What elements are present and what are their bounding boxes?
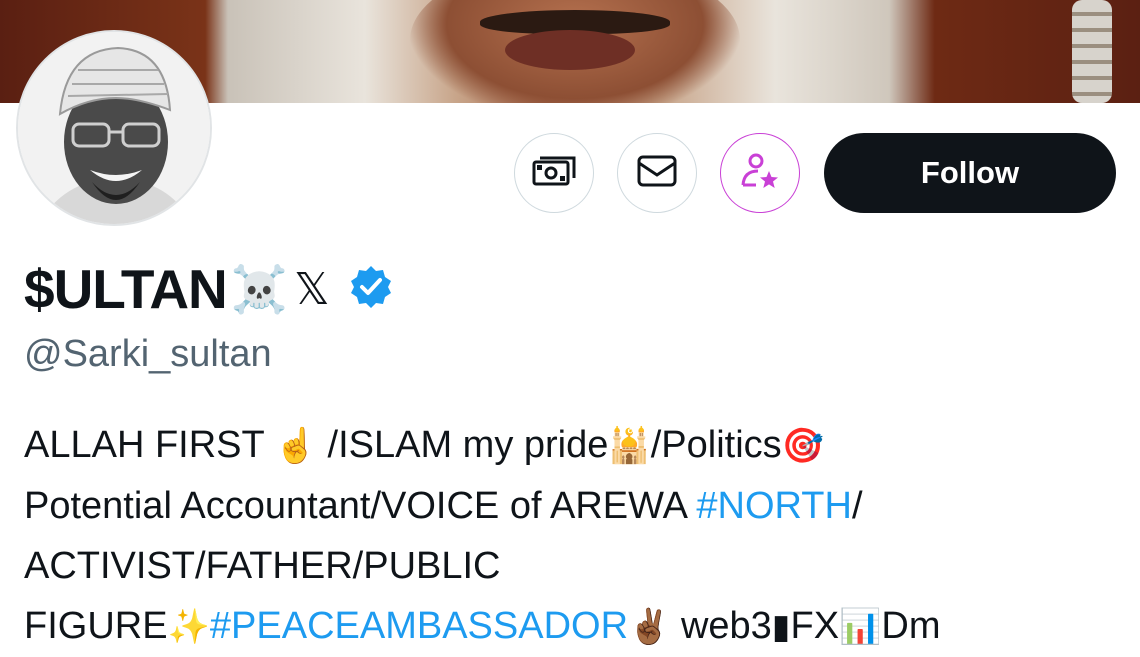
bio-line-1: ALLAH FIRST ☝️ /ISLAM my pride🕌/Politics… (24, 415, 1124, 476)
bio-text: ALLAH FIRST (24, 424, 275, 466)
money-icon (532, 154, 576, 193)
bio-text: / (851, 485, 863, 527)
bio-text: Dm (881, 605, 941, 647)
target-emoji: 🎯 (781, 426, 824, 466)
bio-text: FX (790, 605, 840, 647)
verified-badge-icon[interactable] (348, 264, 394, 315)
banner-lips (505, 30, 635, 70)
bio-text: /Politics (650, 424, 782, 466)
tip-button[interactable] (514, 133, 594, 213)
victory-hand-emoji: ✌🏾 (628, 607, 671, 647)
subscribe-button[interactable] (720, 133, 800, 213)
name-row: $ULTAN ☠️ 𝕏 (24, 258, 394, 320)
bio-text: FIGURE (24, 605, 168, 647)
black-block-emoji: ▮ (771, 607, 791, 647)
mail-icon (637, 155, 677, 192)
x-glyph: 𝕏 (294, 263, 330, 315)
person-star-icon (740, 151, 780, 196)
bio-text: Potential Accountant/VOICE of AREWA (24, 485, 697, 527)
hashtag-link[interactable]: #NORTH (696, 485, 852, 527)
handle: @Sarki_sultan (24, 333, 272, 375)
sparkles-emoji: ✨ (167, 607, 210, 647)
bio-line-2: Potential Accountant/VOICE of AREWA #NOR… (24, 476, 1124, 536)
hashtag-link[interactable]: #PEACEAMBASSADOR (210, 605, 628, 647)
bio-line-4: FIGURE✨#PEACEAMBASSADOR✌🏾 web3▮FX📊Dm (24, 596, 1124, 657)
bio-line-3: ACTIVIST/FATHER/PUBLIC (24, 545, 501, 587)
follow-button[interactable]: Follow (824, 133, 1116, 213)
message-button[interactable] (617, 133, 697, 213)
pointing-up-emoji: ☝️ (274, 426, 317, 466)
bio: ALLAH FIRST ☝️ /ISLAM my pride🕌/Politics… (24, 415, 1124, 657)
display-name: $ULTAN (24, 258, 228, 320)
skull-emoji: ☠️ (230, 261, 289, 316)
bio-text: /ISLAM my pride (316, 424, 609, 466)
mosque-emoji: 🕌 (608, 426, 651, 466)
bar-chart-emoji: 📊 (839, 607, 882, 647)
bio-text: web3 (670, 605, 772, 647)
banner-staff (1072, 0, 1112, 103)
avatar[interactable] (16, 30, 212, 226)
